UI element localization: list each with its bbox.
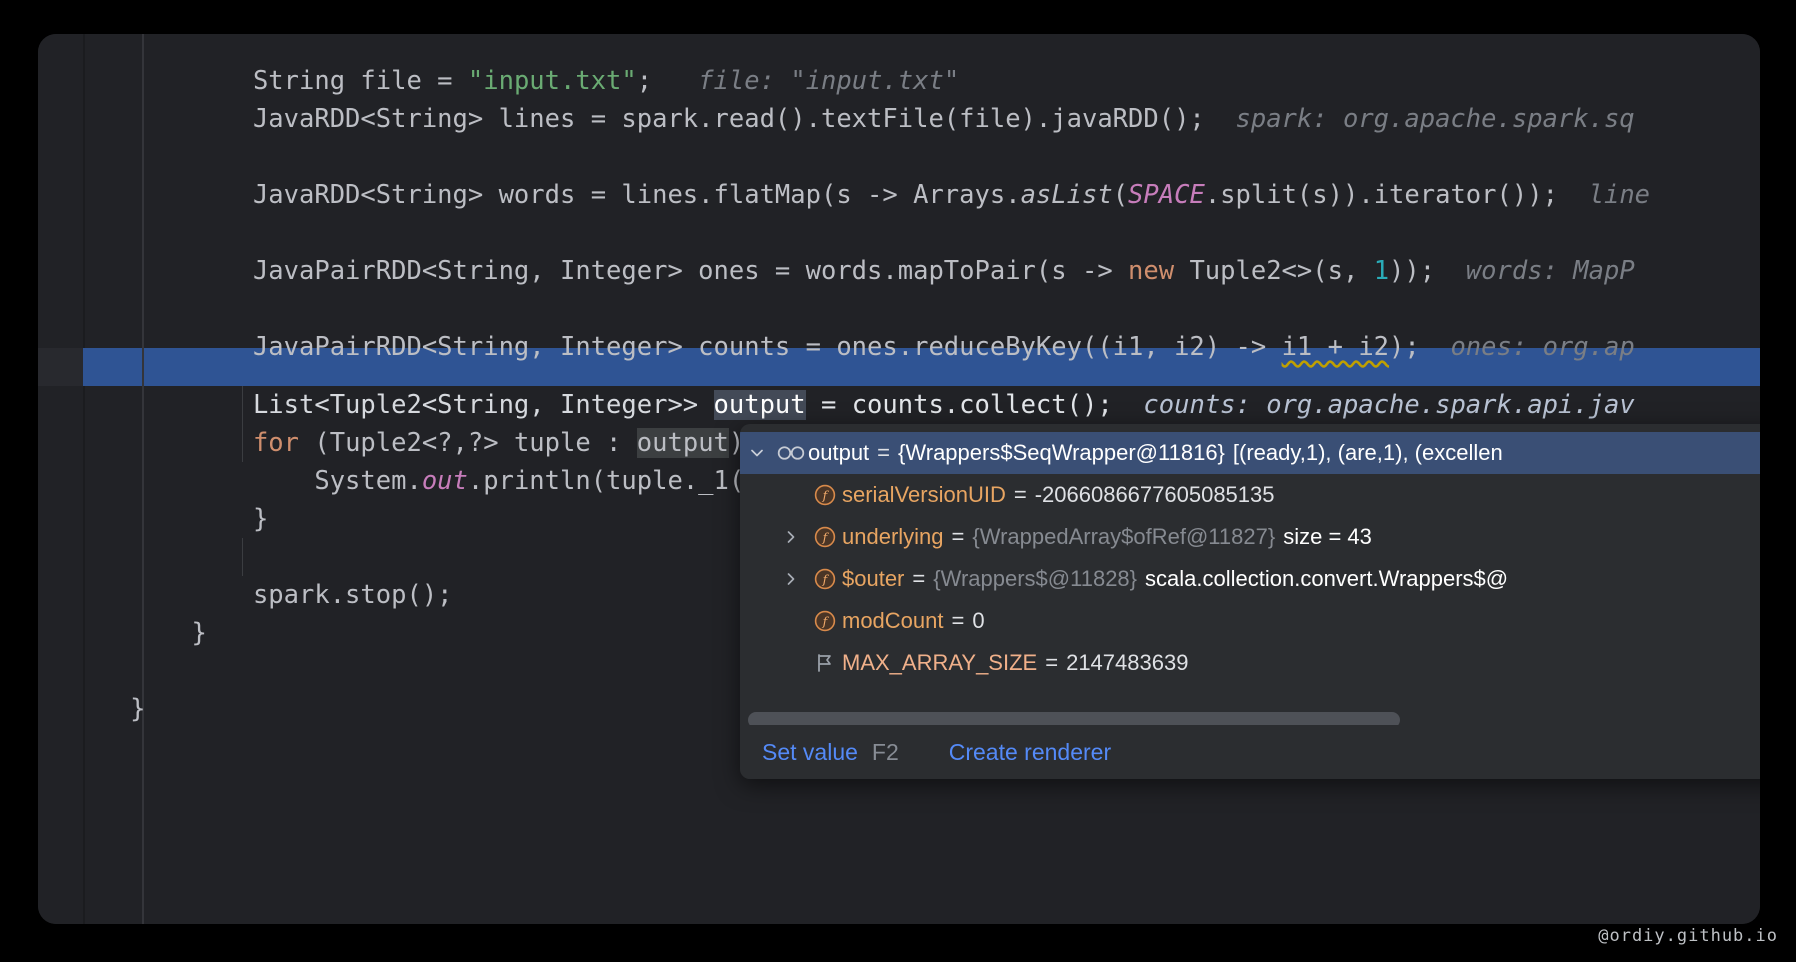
debug-tree-row-underlying[interactable]: f underlying = {WrappedArray$ofRef@11827… (740, 516, 1760, 558)
flag-icon (808, 652, 842, 674)
debug-row-name: MAX_ARRAY_SIZE (842, 650, 1038, 675)
debug-row-equals: = (912, 566, 926, 591)
debug-row-value-tail: 0 (972, 608, 985, 633)
chevron-right-icon[interactable] (774, 570, 808, 588)
debug-row-name: output (808, 440, 870, 465)
debug-row-value-tail: -2066086677605085135 (1034, 482, 1275, 507)
code-line-close-class[interactable]: } (38, 652, 145, 766)
debug-tree-row-modcount[interactable]: f modCount = 0 (740, 600, 1760, 642)
debug-row-name: underlying (842, 524, 944, 549)
debug-row-value-tail: size = 43 (1283, 524, 1372, 549)
debug-tree-row-serialversionuid[interactable]: f serialVersionUID = -206608667760508513… (740, 474, 1760, 516)
watermark-text: @ordiy.github.io (1598, 926, 1778, 946)
debug-row-equals: = (1045, 650, 1059, 675)
create-renderer-button[interactable]: Create renderer (949, 739, 1111, 766)
debug-row-equals: = (1013, 482, 1027, 507)
debug-row-name: $outer (842, 566, 905, 591)
debug-row-equals: = (877, 440, 891, 465)
debug-row-value-ref: {Wrappers$@11828} (933, 566, 1138, 591)
debug-row-equals: = (951, 524, 965, 549)
field-icon: f (808, 483, 842, 507)
set-value-shortcut: F2 (871, 738, 899, 765)
screenshot-root: String file = "input.txt"; file: "input.… (0, 0, 1796, 962)
glasses-icon (774, 445, 808, 461)
debug-tree-row-output[interactable]: output = {Wrappers$SeqWrapper@11816} [(r… (740, 432, 1760, 474)
debug-row-name: serialVersionUID (842, 482, 1006, 507)
field-icon: f (808, 525, 842, 549)
debug-value-popup[interactable]: output = {Wrappers$SeqWrapper@11816} [(r… (740, 424, 1760, 779)
field-icon: f (808, 609, 842, 633)
debug-row-value-tail: [(ready,1), (are,1), (excellen (1232, 440, 1503, 465)
debug-row-value-ref: {WrappedArray$ofRef@11827} (972, 524, 1276, 549)
set-value-button[interactable]: Set value (762, 739, 858, 766)
debug-tree-row-outer[interactable]: f $outer = {Wrappers$@11828} scala.colle… (740, 558, 1760, 600)
debug-row-value-tail: 2147483639 (1066, 650, 1189, 675)
chevron-down-icon[interactable] (740, 444, 774, 462)
debug-row-name: modCount (842, 608, 944, 633)
code-editor-window: String file = "input.txt"; file: "input.… (38, 34, 1760, 924)
field-icon: f (808, 567, 842, 591)
debug-tree-row-maxarraysize[interactable]: MAX_ARRAY_SIZE = 2147483639 (740, 642, 1760, 684)
debug-variables-tree[interactable]: output = {Wrappers$SeqWrapper@11816} [(r… (740, 424, 1760, 705)
debug-row-equals: = (951, 608, 965, 633)
debug-row-value-tail: scala.collection.convert.Wrappers$@ (1145, 566, 1509, 591)
debug-row-value-ref: {Wrappers$SeqWrapper@11816} (898, 440, 1225, 465)
chevron-right-icon[interactable] (774, 528, 808, 546)
popup-action-bar: Set value F2 Create renderer (740, 725, 1760, 779)
